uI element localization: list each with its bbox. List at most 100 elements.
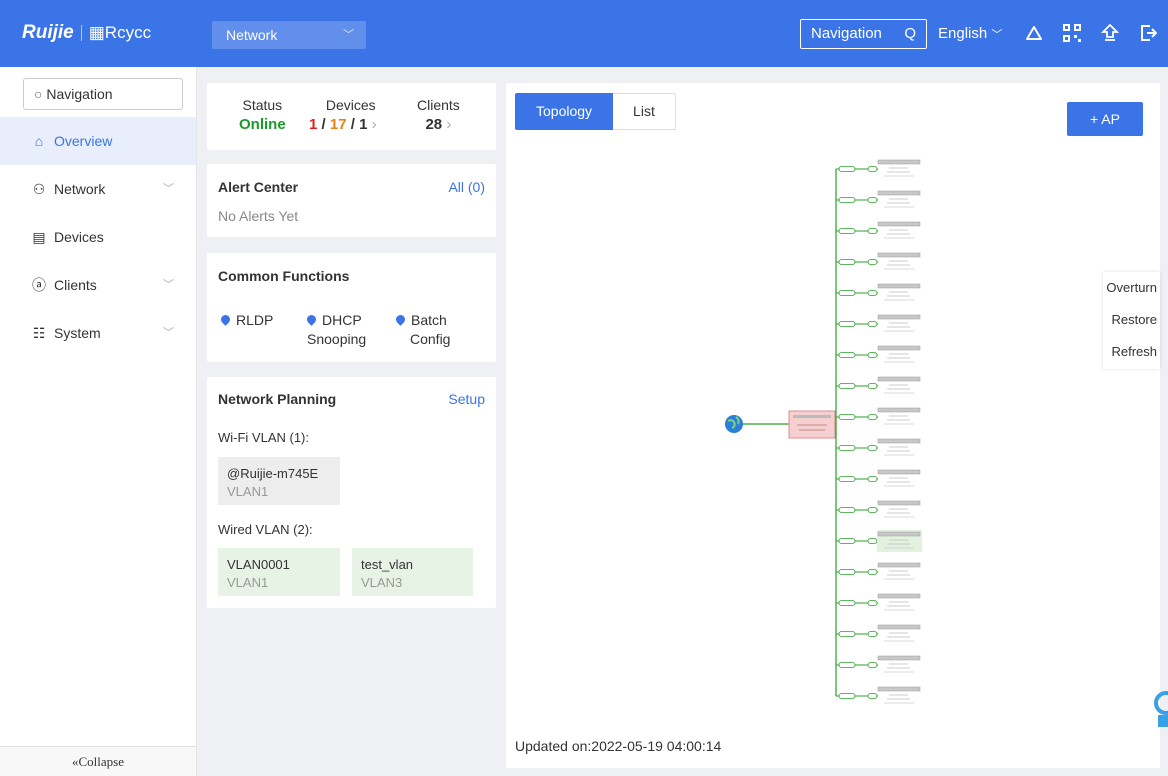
clients-count: 28 <box>425 116 443 133</box>
port-link[interactable] <box>867 259 878 265</box>
switch-node[interactable] <box>877 624 921 630</box>
switch-node[interactable] <box>877 159 921 165</box>
port-link[interactable] <box>838 600 856 606</box>
sidebar-item-clients[interactable]: ⓐ Clients ﹀ <box>0 261 196 309</box>
switch-node[interactable] <box>877 283 921 289</box>
sidebar-item-label: Network <box>54 181 106 197</box>
port-link[interactable] <box>867 321 878 327</box>
devices-summary[interactable]: Devices 1 / 17 / 1 › <box>309 97 377 133</box>
alert-all-link[interactable]: All (0) <box>448 179 485 195</box>
alert-empty-message: No Alerts Yet <box>218 208 299 224</box>
search-icon: Q <box>904 25 916 42</box>
add-ap-button[interactable]: + AP <box>1067 102 1143 136</box>
refresh-button[interactable]: Refresh <box>1103 336 1160 368</box>
port-link[interactable] <box>838 352 856 358</box>
tab-list[interactable]: List <box>613 93 676 130</box>
function-label: RLDP <box>236 312 274 328</box>
port-link[interactable] <box>838 290 856 296</box>
language-select[interactable]: English ﹀ <box>938 25 1002 42</box>
logout-icon[interactable] <box>1138 23 1158 43</box>
sidebar-item-devices[interactable]: ▤ Devices <box>0 213 196 261</box>
wifi-vlan-item[interactable]: @Ruijie-m745E VLAN1 <box>218 457 340 505</box>
port-link[interactable] <box>867 166 878 172</box>
switch-node[interactable] <box>877 407 921 413</box>
overturn-button[interactable]: Overturn <box>1103 272 1160 304</box>
collapse-button[interactable]: «Collapse <box>0 746 196 776</box>
switch-node[interactable] <box>877 345 921 351</box>
wired-vlan-item[interactable]: VLAN0001 VLAN1 <box>218 548 340 596</box>
port-link[interactable] <box>867 476 878 482</box>
port-link[interactable] <box>867 600 878 606</box>
port-link[interactable] <box>867 383 878 389</box>
qr-code-icon[interactable] <box>1062 23 1082 43</box>
switch-node[interactable] <box>877 562 921 568</box>
sidebar-item-system[interactable]: ☷ System ﹀ <box>0 309 196 357</box>
port-link[interactable] <box>867 414 878 420</box>
function-label-line2: Config <box>410 331 451 347</box>
wired-vlan-item[interactable]: test_vlan VLAN3 <box>352 548 473 596</box>
sidebar-item-label: Clients <box>54 277 97 293</box>
port-link[interactable] <box>838 228 856 234</box>
port-link[interactable] <box>867 197 878 203</box>
port-link[interactable] <box>867 631 878 637</box>
port-link[interactable] <box>867 352 878 358</box>
network-planning-card: Network Planning Setup Wi-Fi VLAN (1): @… <box>207 377 496 608</box>
switch-node[interactable] <box>877 531 921 537</box>
port-link[interactable] <box>867 290 878 296</box>
brand-logo[interactable]: Ruijie ▦Rcycc <box>22 22 151 44</box>
port-link[interactable] <box>867 693 878 699</box>
port-link[interactable] <box>838 383 856 389</box>
switch-node[interactable] <box>877 376 921 382</box>
switch-node[interactable] <box>877 593 921 599</box>
port-link[interactable] <box>838 197 856 203</box>
switch-node[interactable] <box>877 438 921 444</box>
port-link[interactable] <box>838 321 856 327</box>
topology-graph[interactable] <box>506 143 1160 763</box>
switch-node[interactable] <box>877 252 921 258</box>
port-link[interactable] <box>838 631 856 637</box>
port-link[interactable] <box>838 693 856 699</box>
port-link[interactable] <box>838 662 856 668</box>
function-dhcp-snooping[interactable]: DHCP Snooping <box>305 311 366 349</box>
navigation-search-button[interactable]: Navigation Q <box>800 19 927 49</box>
cloud-icon[interactable] <box>1024 23 1044 43</box>
wifi-vlan-id: VLAN1 <box>227 484 269 499</box>
clients-summary[interactable]: Clients 28 › <box>417 97 460 133</box>
restore-button[interactable]: Restore <box>1103 304 1160 336</box>
wired-vlan-name: test_vlan <box>361 557 414 572</box>
port-link[interactable] <box>838 414 856 420</box>
port-link[interactable] <box>838 166 856 172</box>
port-link[interactable] <box>867 228 878 234</box>
switch-node[interactable] <box>877 190 921 196</box>
function-rldp[interactable]: RLDP <box>219 311 274 330</box>
chevron-right-icon: › <box>446 116 452 133</box>
port-link[interactable] <box>838 507 856 513</box>
port-link[interactable] <box>867 445 878 451</box>
sidebar-navigation-search[interactable]: ○ Navigation <box>23 78 183 110</box>
switch-node[interactable] <box>877 686 921 692</box>
port-link[interactable] <box>867 662 878 668</box>
port-link[interactable] <box>838 569 856 575</box>
function-batch-config[interactable]: Batch Config <box>394 311 451 349</box>
port-link[interactable] <box>867 507 878 513</box>
function-label: DHCP <box>322 312 362 328</box>
sidebar-item-label: System <box>54 325 101 341</box>
upgrade-icon[interactable] <box>1100 23 1120 43</box>
sidebar-item-overview[interactable]: ⌂ Overview <box>0 117 196 165</box>
sidebar-item-network[interactable]: ⚇ Network ﹀ <box>0 165 196 213</box>
switch-node[interactable] <box>877 500 921 506</box>
switch-node[interactable] <box>877 469 921 475</box>
port-link[interactable] <box>867 538 878 544</box>
port-link[interactable] <box>838 476 856 482</box>
port-link[interactable] <box>867 569 878 575</box>
switch-node[interactable] <box>877 655 921 661</box>
port-link[interactable] <box>838 445 856 451</box>
network-setup-link[interactable]: Setup <box>448 391 485 407</box>
tab-topology[interactable]: Topology <box>515 93 614 130</box>
port-link[interactable] <box>838 259 856 265</box>
switch-node[interactable] <box>877 221 921 227</box>
port-link[interactable] <box>838 538 856 544</box>
assistant-icon[interactable] <box>1152 691 1168 727</box>
network-select[interactable]: Network ﹀ <box>212 21 366 49</box>
switch-node[interactable] <box>877 314 921 320</box>
